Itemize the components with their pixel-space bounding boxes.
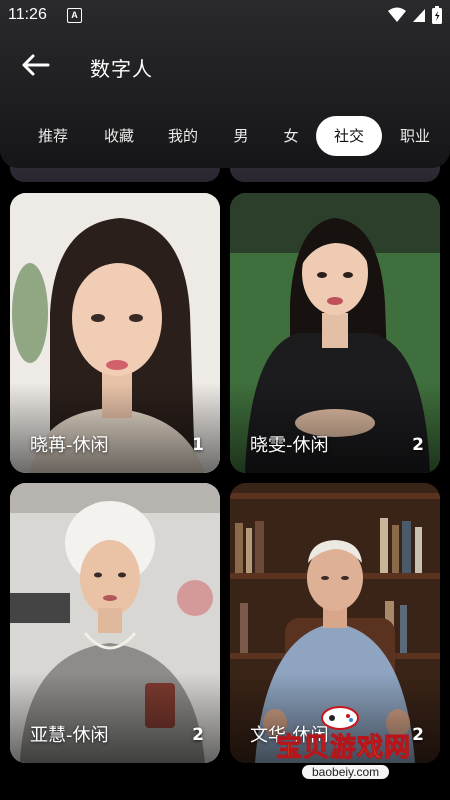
avatar-card-yahui[interactable]: 亚慧-休闲 2	[10, 483, 220, 763]
battery-icon	[432, 6, 442, 24]
status-icons	[388, 6, 442, 24]
card-shade	[10, 673, 220, 763]
watermark-text: 宝贝游戏网	[275, 733, 412, 764]
tab-favorites[interactable]: 收藏	[90, 116, 148, 156]
notification-icon: A	[67, 8, 82, 23]
tab-social[interactable]: 社交	[316, 116, 382, 156]
signal-icon	[413, 9, 425, 22]
back-arrow-icon[interactable]	[18, 50, 52, 80]
card-count: 1	[192, 435, 204, 455]
tab-mine[interactable]: 我的	[154, 116, 212, 156]
tab-recommended[interactable]: 推荐	[24, 116, 82, 156]
card-count: 2	[192, 725, 204, 745]
avatar-card-xiaoran[interactable]: 晓苒-休闲 1	[10, 193, 220, 473]
card-shade	[10, 383, 220, 473]
watermark-logo: 宝贝游戏网 baobeiy.com	[272, 705, 422, 790]
tab-male[interactable]: 男	[220, 116, 262, 156]
watermark-url: baobeiy.com	[302, 765, 390, 779]
avatar-card-xiaowen[interactable]: 晓雯-休闲 2	[230, 193, 440, 473]
tab-female[interactable]: 女	[272, 116, 310, 156]
card-label: 亚慧-休闲	[30, 725, 109, 746]
status-time: 11:26	[8, 6, 47, 23]
status-bar: 11:26 A	[0, 0, 450, 32]
card-label: 晓苒-休闲	[30, 435, 109, 456]
card-count: 2	[412, 435, 424, 455]
card-shade	[230, 383, 440, 473]
category-tabs: 推荐 收藏 我的 男 女 社交 职业	[0, 116, 450, 156]
card-label: 晓雯-休闲	[250, 435, 329, 456]
page-title: 数字人	[90, 57, 153, 81]
tab-profession[interactable]: 职业	[388, 116, 442, 156]
wifi-icon	[388, 7, 406, 22]
